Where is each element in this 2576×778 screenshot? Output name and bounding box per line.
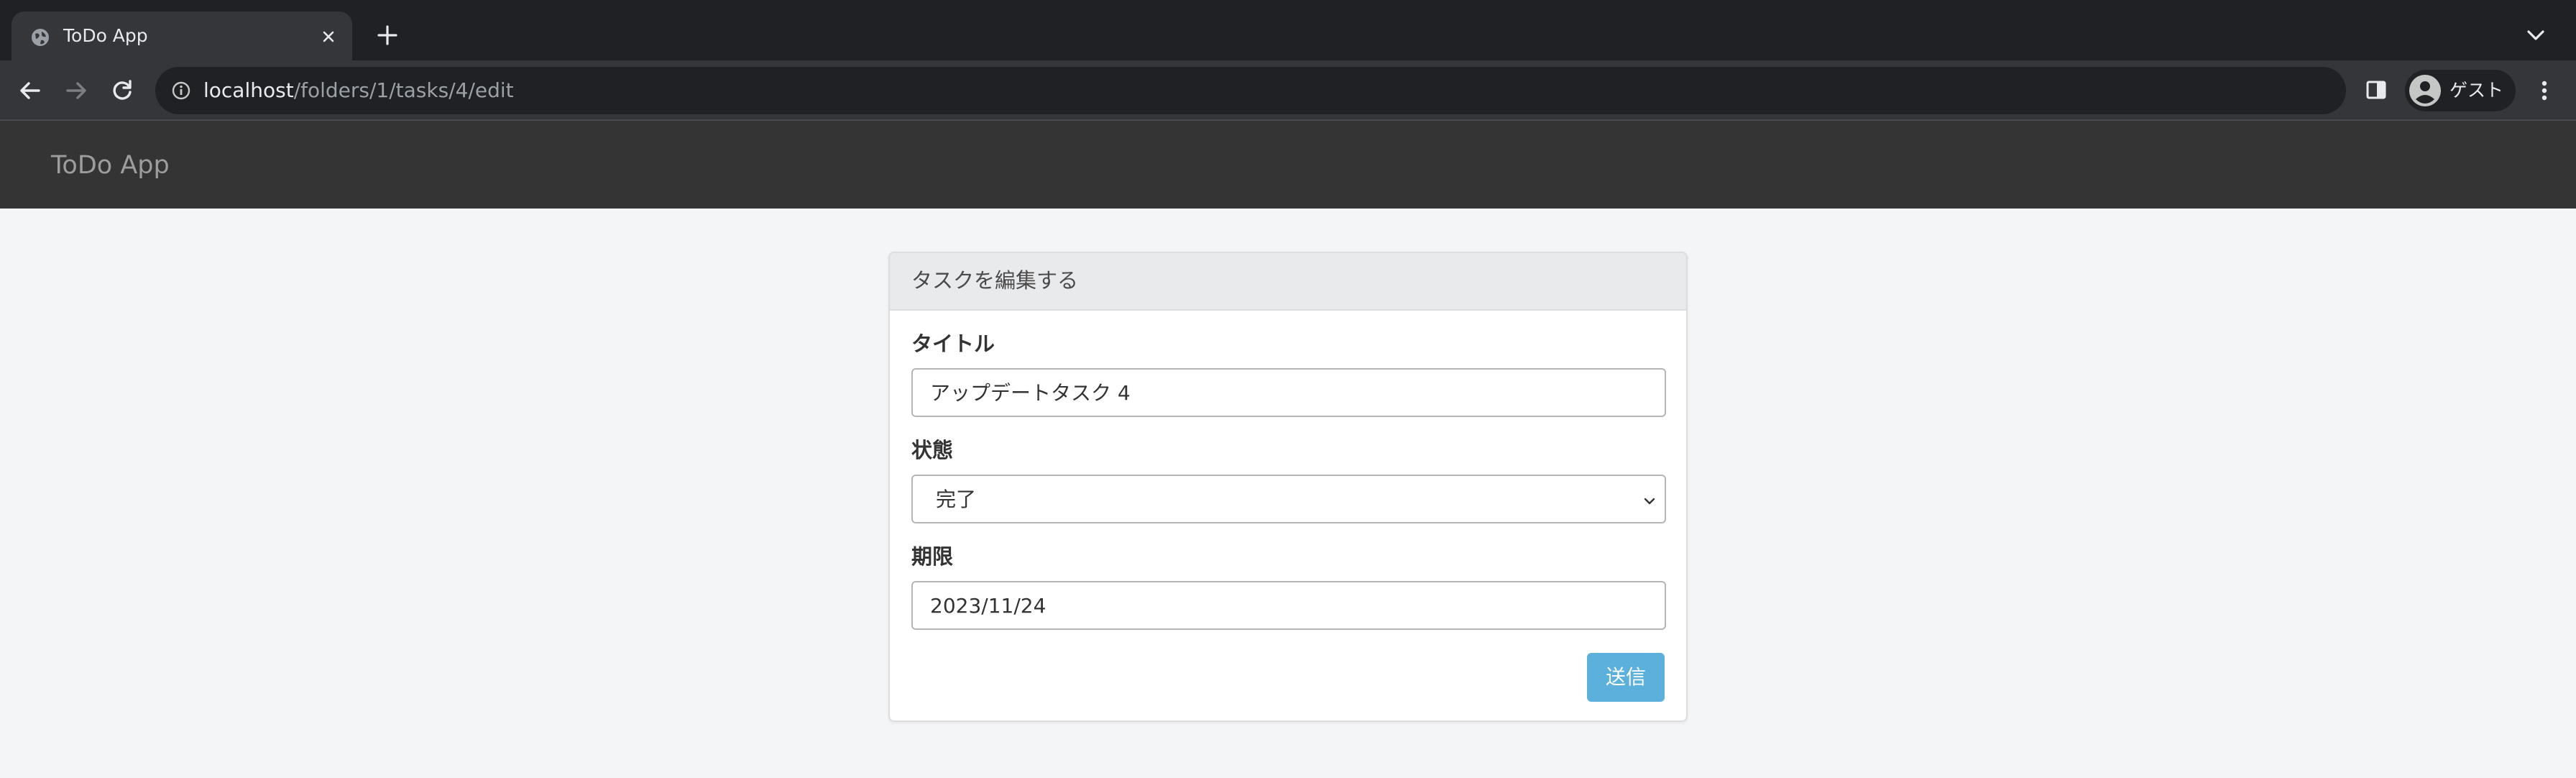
submit-button-label: 送信: [1605, 665, 1646, 689]
edit-task-card: タスクを編集する タイトル アップデートタスク 4 状態 完了 期限 2023/…: [888, 252, 1688, 722]
forward-arrow-icon[interactable]: [60, 75, 92, 106]
browser-tab-strip: ToDo App: [0, 0, 2576, 60]
avatar-icon: [2409, 75, 2441, 106]
browser-tab[interactable]: ToDo App: [12, 12, 352, 60]
side-panel-icon[interactable]: [2365, 78, 2388, 101]
card-header: タスクを編集する: [890, 253, 1686, 311]
back-arrow-icon[interactable]: [14, 75, 46, 106]
title-input[interactable]: アップデートタスク 4: [911, 368, 1666, 417]
due-date-label: 期限: [911, 544, 954, 569]
status-selected-value: 完了: [936, 488, 977, 511]
more-vertical-icon[interactable]: [2531, 76, 2557, 105]
profile-button[interactable]: ゲスト: [2405, 70, 2516, 111]
card-title: タスクを編集する: [911, 268, 1079, 293]
url-text[interactable]: localhost/folders/1/tasks/4/edit: [203, 78, 514, 104]
title-input-value: アップデートタスク 4: [930, 381, 1131, 405]
close-icon[interactable]: [318, 26, 339, 47]
profile-name: ゲスト: [2450, 80, 2504, 101]
chevron-down-icon: [1644, 498, 1655, 505]
browser-toolbar: localhost/folders/1/tasks/4/edit ゲスト: [0, 60, 2576, 121]
tab-title: ToDo App: [63, 25, 148, 46]
new-tab-plus-icon[interactable]: [375, 23, 400, 47]
submit-button[interactable]: 送信: [1587, 653, 1665, 702]
title-label: タイトル: [911, 331, 995, 356]
reload-icon[interactable]: [106, 75, 138, 106]
chevron-down-icon[interactable]: [2524, 26, 2547, 45]
info-icon[interactable]: [171, 81, 191, 101]
url-path: /folders/1/tasks/4/edit: [293, 78, 514, 102]
url-host: localhost: [203, 78, 294, 102]
due-date-input[interactable]: 2023/11/24: [911, 581, 1666, 630]
app-navbar: ToDo App: [0, 121, 2576, 209]
due-date-value: 2023/11/24: [930, 594, 1046, 618]
status-label: 状態: [911, 438, 954, 462]
globe-icon: [32, 29, 49, 46]
app-brand-link[interactable]: ToDo App: [51, 150, 170, 181]
status-select[interactable]: 完了: [911, 475, 1666, 523]
address-bar[interactable]: localhost/folders/1/tasks/4/edit: [155, 67, 2346, 114]
